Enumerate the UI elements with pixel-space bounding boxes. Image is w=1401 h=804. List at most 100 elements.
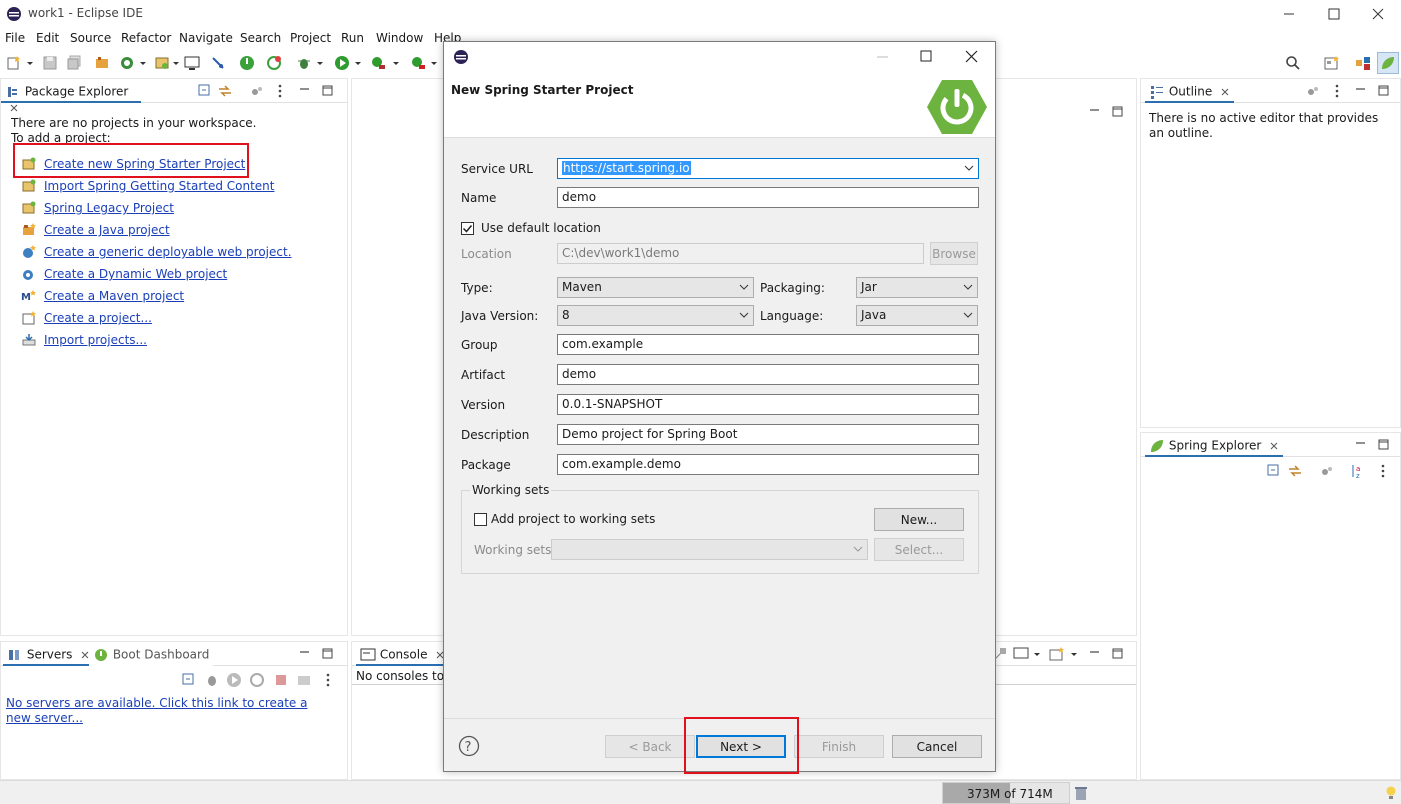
link-editor-icon[interactable] <box>1287 463 1303 479</box>
new-working-set-button[interactable]: New... <box>874 508 964 531</box>
display-console-icon[interactable] <box>1013 646 1029 662</box>
tab-boot-dashboard[interactable]: Boot Dashboard <box>89 644 214 666</box>
collapse-all-icon[interactable] <box>181 672 197 688</box>
debug-server-icon[interactable] <box>204 672 220 688</box>
coverage-icon[interactable] <box>410 55 426 71</box>
link-create-project[interactable]: Create a project... <box>21 309 152 327</box>
minimize-button[interactable] <box>1266 0 1312 28</box>
type-select[interactable]: Maven <box>557 277 754 298</box>
artifact-field[interactable]: demo <box>557 364 979 385</box>
java-ee-perspective-icon[interactable] <box>1355 55 1371 71</box>
maximize-view-icon[interactable] <box>1378 439 1390 451</box>
close-icon[interactable] <box>1269 441 1279 451</box>
garbage-collect-icon[interactable] <box>1073 785 1089 801</box>
cancel-button[interactable]: Cancel <box>892 735 982 758</box>
open-console-icon[interactable] <box>1049 646 1065 662</box>
menu-edit[interactable]: Edit <box>36 31 59 45</box>
dialog-minimize-button[interactable] <box>876 50 890 64</box>
packaging-select[interactable]: Jar <box>856 277 978 298</box>
dropdown-arrow-icon[interactable] <box>1070 646 1078 662</box>
publish-icon[interactable] <box>296 672 312 688</box>
dropdown-arrow-icon[interactable] <box>1033 646 1041 662</box>
link-spring-legacy[interactable]: Spring Legacy Project <box>21 199 174 217</box>
link-maven-project[interactable]: M Create a Maven project <box>21 287 184 305</box>
external-tools-icon[interactable] <box>370 55 386 71</box>
collapse-all-icon[interactable] <box>197 83 213 99</box>
profile-server-icon[interactable] <box>249 672 265 688</box>
link-generic-web-project[interactable]: Create a generic deployable web project. <box>21 243 292 261</box>
package-field[interactable]: com.example.demo <box>557 454 979 475</box>
help-button[interactable]: ? <box>458 735 480 757</box>
dialog-maximize-button[interactable] <box>920 50 934 64</box>
maximize-view-icon[interactable] <box>322 648 334 660</box>
start-server-icon[interactable] <box>226 672 242 688</box>
terminal-icon[interactable] <box>184 55 200 71</box>
menu-refactor[interactable]: Refactor <box>121 31 171 45</box>
version-field[interactable]: 0.0.1-SNAPSHOT <box>557 394 979 415</box>
save-all-icon[interactable] <box>66 55 82 71</box>
dropdown-arrow-icon[interactable] <box>392 55 400 71</box>
tab-spring-explorer[interactable]: Spring Explorer <box>1145 435 1284 457</box>
dropdown-arrow-icon[interactable] <box>26 55 34 71</box>
view-menu-icon[interactable] <box>276 83 284 99</box>
add-to-working-sets-checkbox[interactable] <box>474 513 487 526</box>
tab-outline[interactable]: Outline <box>1145 81 1235 103</box>
search-icon[interactable] <box>1285 55 1301 71</box>
maximize-view-icon[interactable] <box>1378 85 1390 97</box>
close-icon[interactable] <box>1220 87 1230 97</box>
dropdown-arrow-icon[interactable] <box>316 55 324 71</box>
spring-project-icon[interactable] <box>154 55 170 71</box>
tab-console[interactable]: Console <box>356 644 450 666</box>
collapse-all-icon[interactable] <box>1266 463 1282 479</box>
view-menu-icon[interactable] <box>1333 83 1341 99</box>
menu-navigate[interactable]: Navigate <box>179 31 233 45</box>
group-field[interactable]: com.example <box>557 334 979 355</box>
close-icon[interactable] <box>9 103 19 113</box>
use-default-location-checkbox[interactable] <box>461 222 474 235</box>
maximize-view-icon[interactable] <box>1112 106 1124 118</box>
tab-package-explorer[interactable]: Package Explorer <box>1 81 141 111</box>
stop-server-icon[interactable] <box>273 672 289 688</box>
open-type-icon[interactable] <box>94 55 110 71</box>
dropdown-arrow-icon[interactable] <box>172 55 180 71</box>
java-version-select[interactable]: 8 <box>557 305 754 326</box>
minimize-view-icon[interactable] <box>299 648 311 660</box>
menu-search[interactable]: Search <box>240 31 281 45</box>
link-java-project[interactable]: Create a Java project <box>21 221 170 239</box>
dialog-close-button[interactable] <box>965 50 979 64</box>
language-select[interactable]: Java <box>856 305 978 326</box>
tip-lightbulb-icon[interactable] <box>1383 785 1399 801</box>
tab-servers[interactable]: Servers <box>3 644 95 666</box>
filter-icon[interactable] <box>1319 463 1335 479</box>
skip-breakpoints-icon[interactable] <box>210 55 226 71</box>
filter-icon[interactable] <box>1305 83 1321 99</box>
description-field[interactable]: Demo project for Spring Boot <box>557 424 979 445</box>
link-import-projects[interactable]: Import projects... <box>21 331 147 349</box>
dropdown-arrow-icon[interactable] <box>139 55 147 71</box>
spring-boot-run-icon[interactable] <box>239 55 255 71</box>
name-field[interactable]: demo <box>557 187 979 208</box>
minimize-view-icon[interactable] <box>1355 439 1367 451</box>
run-icon[interactable] <box>334 55 350 71</box>
link-import-spring-guides[interactable]: Import Spring Getting Started Content <box>21 177 275 195</box>
link-editor-icon[interactable] <box>217 83 233 99</box>
service-url-combo[interactable]: https://start.spring.io <box>557 158 979 179</box>
menu-window[interactable]: Window <box>376 31 423 45</box>
minimize-view-icon[interactable] <box>299 85 311 97</box>
filter-icon[interactable] <box>249 83 265 99</box>
minimize-view-icon[interactable] <box>1089 648 1101 660</box>
close-button[interactable] <box>1355 0 1401 28</box>
create-server-link[interactable]: No servers are available. Click this lin… <box>6 696 316 726</box>
minimize-view-icon[interactable] <box>1089 106 1101 118</box>
menu-source[interactable]: Source <box>70 31 111 45</box>
open-perspective-icon[interactable] <box>1324 55 1340 71</box>
dropdown-arrow-icon[interactable] <box>354 55 362 71</box>
menu-project[interactable]: Project <box>290 31 331 45</box>
view-menu-icon[interactable] <box>1379 463 1387 479</box>
sort-icon[interactable]: az <box>1349 463 1365 479</box>
refresh-icon[interactable] <box>119 55 135 71</box>
menu-file[interactable]: File <box>5 31 25 45</box>
menu-run[interactable]: Run <box>341 31 364 45</box>
heap-status[interactable]: 373M of 714M <box>942 782 1070 804</box>
minimize-view-icon[interactable] <box>1355 85 1367 97</box>
